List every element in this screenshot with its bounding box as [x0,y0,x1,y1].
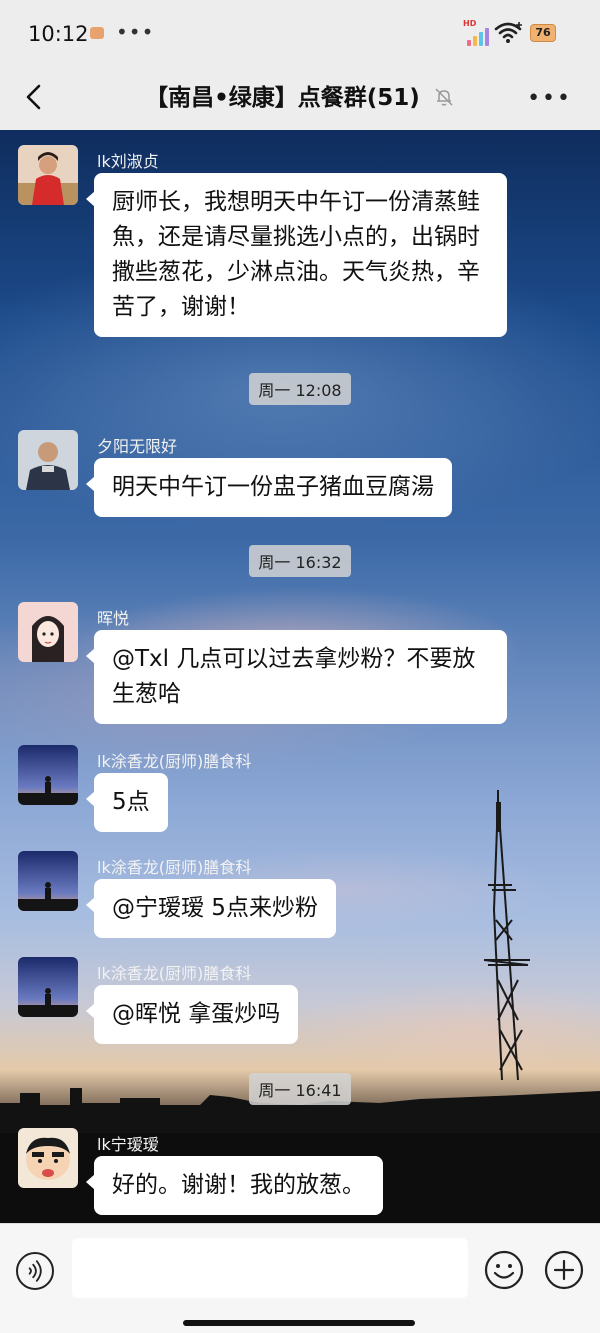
notification-dots: ••• [116,20,155,44]
bell-slash-icon [435,88,453,106]
nav-title-container: 【南昌•绿康】点餐群(51) [0,78,600,112]
message-input[interactable] [72,1238,468,1298]
sender-name: lk涂香龙(厨师)膳食科 [97,858,252,877]
avatar[interactable] [18,602,78,662]
sender-name: lk涂香龙(厨师)膳食科 [97,752,252,771]
input-bar [0,1223,600,1333]
sender-name: lk涂香龙(厨师)膳食科 [97,964,252,983]
avatar[interactable] [18,745,78,805]
avatar[interactable] [18,430,78,490]
group-title: 【南昌•绿康】点餐群(51) [145,85,420,111]
sender-name: lk刘淑贞 [97,152,159,171]
timestamp: 周一 12:08 [0,373,600,405]
sender-name: 晖悦 [97,609,130,628]
avatar[interactable] [18,1128,78,1188]
avatar[interactable] [18,851,78,911]
more-options-button[interactable]: ••• [527,88,572,110]
wifi-icon [494,22,522,43]
message-bubble[interactable]: @宁瑷瑷 5点来炒粉 [86,879,336,938]
message-bubble[interactable]: @Txl 几点可以过去拿炒粉？不要放生葱哈 [86,630,507,724]
timestamp-label: 周一 12:08 [249,373,351,405]
signal-icon [465,22,489,46]
message-bubble[interactable]: 厨师长，我想明天中午订一份清蒸鲑魚，还是请尽量挑选小点的，出锅时撒些葱花，少淋点… [86,173,507,337]
app-notification-icon [90,27,104,39]
plus-circle-icon[interactable] [544,1250,584,1290]
nav-bar: 【南昌•绿康】点餐群(51) ••• [0,68,600,130]
timestamp-label: 周一 16:41 [249,1073,351,1105]
avatar[interactable] [18,957,78,1017]
smiley-icon[interactable] [484,1250,524,1290]
status-bar: 10:12 ••• HD 76 [0,0,600,68]
timestamp: 周一 16:41 [0,1073,600,1105]
message-bubble[interactable]: 明天中午订一份盅子猪血豆腐湯 [86,458,452,517]
chat-area[interactable]: lk刘淑贞 厨师长，我想明天中午订一份清蒸鲑魚，还是请尽量挑选小点的，出锅时撒些… [0,130,600,1223]
sender-name: 夕阳无限好 [97,437,178,456]
voice-icon[interactable] [16,1252,54,1290]
message-bubble[interactable]: 5点 [86,773,168,832]
battery-level: 76 [535,26,551,39]
home-indicator [183,1320,415,1326]
battery-icon: 76 [530,24,556,42]
status-time: 10:12 [28,22,89,46]
avatar[interactable] [18,145,78,205]
message-bubble[interactable]: 好的。谢谢！我的放葱。 [86,1156,383,1215]
message-bubble[interactable]: @晖悦 拿蛋炒吗 [85,985,299,1044]
timestamp: 周一 16:32 [0,545,600,577]
sender-name: lk宁瑷瑷 [97,1135,159,1154]
timestamp-label: 周一 16:32 [249,545,351,577]
